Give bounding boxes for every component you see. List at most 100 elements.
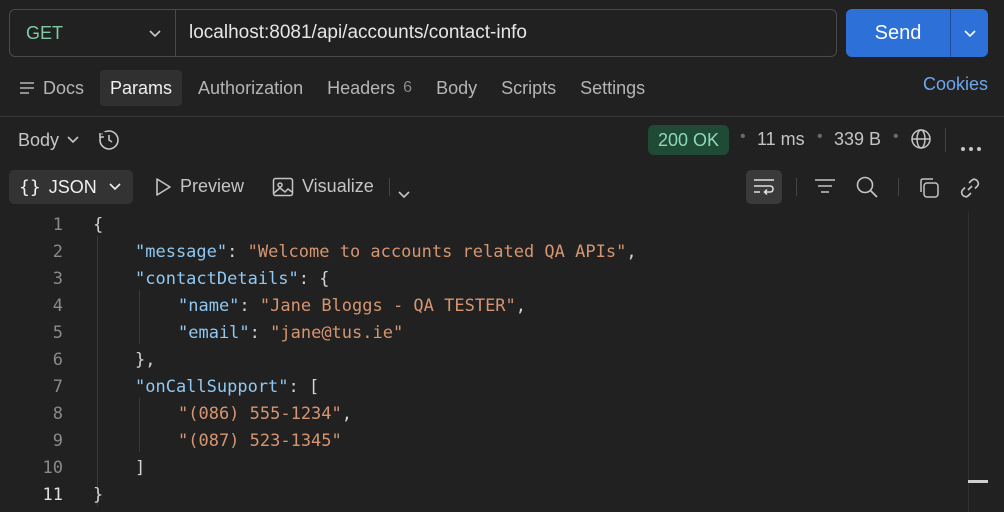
code-line: 3 "contactDetails": { bbox=[0, 266, 968, 293]
chevron-down-icon[interactable] bbox=[398, 183, 410, 204]
chevron-down-icon bbox=[67, 136, 79, 144]
json-string: "jane@tus.ie" bbox=[270, 323, 404, 343]
docs-icon bbox=[20, 82, 34, 94]
divider bbox=[0, 116, 1004, 117]
braces-icon: {} bbox=[19, 176, 41, 198]
code-line: 1 { bbox=[0, 212, 968, 239]
line-text: ] bbox=[135, 458, 146, 478]
line-text: "(087) 523-1345" bbox=[178, 428, 342, 455]
line-text: "onCallSupport": [ bbox=[135, 374, 319, 401]
request-bar: GET bbox=[9, 9, 837, 57]
method-label: GET bbox=[26, 22, 64, 43]
response-meta: Body 200 OK • 11 ms • 339 B • bbox=[0, 124, 1004, 156]
response-toolbar: {} JSON Preview Visualize bbox=[0, 168, 1004, 208]
line-number: 7 bbox=[52, 377, 63, 397]
json-key: "contactDetails" bbox=[135, 269, 299, 289]
history-icon[interactable] bbox=[97, 128, 121, 157]
scrollbar-track[interactable] bbox=[968, 212, 969, 512]
divider bbox=[389, 178, 390, 196]
line-text: { bbox=[93, 215, 104, 235]
json-string: "(086) 555-1234" bbox=[178, 404, 342, 424]
cookies-link[interactable]: Cookies bbox=[923, 74, 988, 95]
tab-settings[interactable]: Settings bbox=[570, 70, 655, 106]
response-body-select[interactable]: Body bbox=[18, 130, 79, 151]
code-line: 8 "(086) 555-1234", bbox=[0, 401, 968, 428]
chevron-down-icon bbox=[109, 183, 121, 191]
line-number: 3 bbox=[52, 269, 63, 289]
tab-docs[interactable]: Docs bbox=[9, 70, 94, 106]
code-line: 6 }, bbox=[0, 347, 968, 374]
json-punct: : [ bbox=[288, 377, 320, 397]
format-label: JSON bbox=[48, 176, 97, 197]
send-options-button[interactable] bbox=[950, 9, 988, 57]
tab-body[interactable]: Body bbox=[426, 70, 487, 106]
scrollbar-thumb[interactable] bbox=[968, 480, 988, 483]
response-size: 339 B bbox=[834, 129, 882, 149]
code-line: 2 "message": "Welcome to accounts relate… bbox=[0, 239, 968, 266]
play-icon bbox=[156, 177, 171, 196]
line-text: "name": "Jane Bloggs - QA TESTER", bbox=[178, 296, 527, 316]
globe-icon[interactable] bbox=[910, 128, 932, 155]
separator-dot: • bbox=[817, 128, 823, 145]
code-line: 9 "(087) 523-1345" bbox=[0, 428, 968, 455]
line-number: 6 bbox=[52, 350, 63, 370]
tab-params[interactable]: Params bbox=[100, 70, 183, 106]
headers-count-badge: 6 bbox=[403, 79, 413, 96]
line-number: 4 bbox=[52, 296, 63, 316]
visualize-label: Visualize bbox=[302, 176, 374, 196]
line-text: "(086) 555-1234", bbox=[178, 404, 353, 424]
tab-label: Settings bbox=[580, 77, 646, 98]
url-input[interactable] bbox=[176, 10, 836, 56]
method-select[interactable]: GET bbox=[10, 10, 176, 56]
line-text: } bbox=[93, 485, 104, 505]
separator-dot: • bbox=[740, 128, 746, 145]
tab-label: Body bbox=[436, 77, 478, 98]
json-key: "email" bbox=[178, 323, 250, 343]
chevron-down-icon bbox=[963, 30, 976, 38]
json-string: "(087) 523-1345" bbox=[178, 431, 342, 451]
filter-icon[interactable] bbox=[814, 176, 836, 201]
tab-label: Params bbox=[110, 77, 173, 98]
separator-dot: • bbox=[893, 128, 899, 145]
tab-label: Authorization bbox=[198, 77, 304, 98]
send-group: Send bbox=[846, 9, 988, 57]
line-number: 5 bbox=[52, 323, 63, 343]
divider bbox=[898, 178, 899, 196]
search-icon[interactable] bbox=[855, 176, 879, 203]
line-number: 2 bbox=[52, 242, 63, 262]
more-options-icon[interactable] bbox=[960, 136, 982, 157]
divider bbox=[796, 178, 797, 196]
json-key: "onCallSupport" bbox=[135, 377, 289, 397]
json-key: "message" bbox=[135, 242, 228, 262]
visualize-button[interactable]: Visualize bbox=[272, 176, 374, 197]
divider bbox=[945, 128, 946, 152]
line-number: 9 bbox=[52, 431, 63, 451]
line-number: 10 bbox=[42, 458, 63, 478]
tab-label: Docs bbox=[43, 77, 85, 98]
line-text: "message": "Welcome to accounts related … bbox=[135, 242, 637, 262]
line-number: 8 bbox=[52, 404, 63, 424]
tab-authorization[interactable]: Authorization bbox=[188, 70, 313, 106]
image-icon bbox=[272, 177, 294, 196]
body-label: Body bbox=[18, 129, 60, 150]
code-line: 4 "name": "Jane Bloggs - QA TESTER", bbox=[0, 293, 968, 320]
preview-button[interactable]: Preview bbox=[154, 176, 244, 197]
tab-headers[interactable]: Headers 6 bbox=[317, 70, 422, 106]
line-number: 11 bbox=[42, 485, 63, 505]
copy-icon[interactable] bbox=[917, 176, 941, 205]
link-icon[interactable] bbox=[958, 176, 982, 205]
request-tabs: Docs Params Authorization Headers 6 Body… bbox=[0, 68, 1004, 108]
code-line: 7 "onCallSupport": [ bbox=[0, 374, 968, 401]
tab-scripts[interactable]: Scripts bbox=[491, 70, 566, 106]
word-wrap-button[interactable] bbox=[746, 170, 782, 204]
line-number: 1 bbox=[52, 215, 63, 235]
json-string: "Jane Bloggs - QA TESTER" bbox=[259, 296, 516, 316]
send-button[interactable]: Send bbox=[846, 9, 950, 57]
chevron-down-icon bbox=[149, 25, 161, 41]
json-string: "Welcome to accounts related QA APIs" bbox=[247, 242, 627, 262]
code-line: 11 } bbox=[0, 482, 968, 509]
response-time: 11 ms bbox=[757, 129, 805, 149]
format-select[interactable]: {} JSON bbox=[9, 170, 133, 204]
response-code-viewer[interactable]: 1 { 2 "message": "Welcome to accounts re… bbox=[0, 212, 968, 512]
line-text: "contactDetails": { bbox=[135, 266, 329, 293]
